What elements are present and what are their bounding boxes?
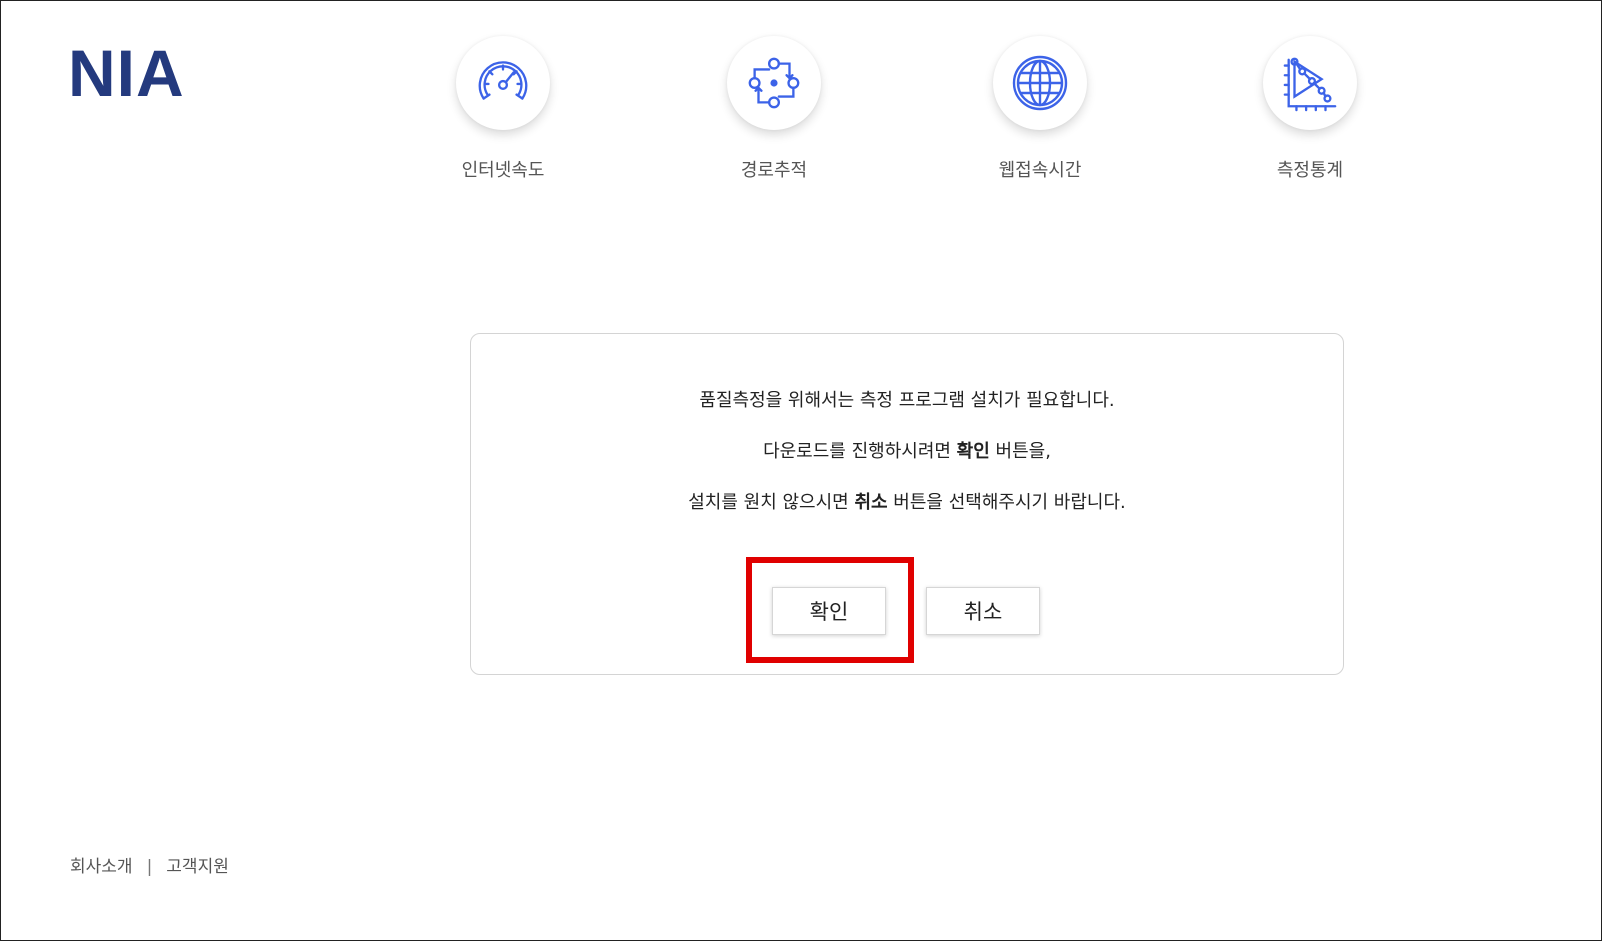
line2-confirm-emphasis: 확인 bbox=[956, 441, 990, 462]
nav-circle[interactable] bbox=[727, 36, 821, 130]
nav-statistics[interactable]: 측정통계 bbox=[1230, 36, 1390, 182]
nav-route-trace[interactable]: 경로추적 bbox=[694, 36, 854, 182]
nav-web-access-time[interactable]: 웹접속시간 bbox=[960, 36, 1120, 182]
nav-label: 측정통계 bbox=[1276, 160, 1344, 181]
nav-label: 경로추적 bbox=[740, 160, 808, 181]
route-trace-icon bbox=[748, 57, 800, 109]
nav-circle[interactable] bbox=[456, 36, 550, 130]
line3-text-pre: 설치를 원치 않으시면 bbox=[688, 492, 855, 513]
footer: 회사소개 | 고객지원 bbox=[70, 852, 229, 877]
nav-circle[interactable] bbox=[993, 36, 1087, 130]
install-prompt-dialog: 품질측정을 위해서는 측정 프로그램 설치가 필요합니다. 다운로드를 진행하시… bbox=[470, 333, 1344, 675]
cancel-button[interactable]: 취소 bbox=[926, 587, 1040, 635]
line3-text-post: 버튼을 선택해주시기 바랍니다. bbox=[887, 492, 1126, 513]
line2-text-post: 버튼을, bbox=[989, 441, 1051, 462]
dialog-message-line3: 설치를 원치 않으시면 취소 버튼을 선택해주시기 바랍니다. bbox=[471, 488, 1343, 514]
footer-link-company[interactable]: 회사소개 bbox=[70, 857, 133, 877]
dialog-message-line1: 품질측정을 위해서는 측정 프로그램 설치가 필요합니다. bbox=[699, 390, 1115, 411]
globe-icon bbox=[1012, 55, 1068, 111]
statistics-chart-icon bbox=[1283, 57, 1337, 112]
line3-cancel-emphasis: 취소 bbox=[854, 492, 888, 513]
nav-label: 웹접속시간 bbox=[998, 160, 1082, 181]
confirm-button[interactable]: 확인 bbox=[772, 587, 886, 635]
speedometer-icon bbox=[478, 61, 528, 100]
nia-logo[interactable]: NIA bbox=[68, 40, 185, 106]
nav-internet-speed[interactable]: 인터넷속도 bbox=[423, 36, 583, 182]
line2-text-pre: 다운로드를 진행하시려면 bbox=[763, 441, 957, 462]
nav-label: 인터넷속도 bbox=[461, 160, 545, 181]
nav-circle[interactable] bbox=[1263, 36, 1357, 130]
footer-link-support[interactable]: 고객지원 bbox=[166, 857, 229, 877]
dialog-message-line2: 다운로드를 진행하시려면 확인 버튼을, bbox=[471, 437, 1343, 463]
footer-separator: | bbox=[146, 857, 153, 877]
